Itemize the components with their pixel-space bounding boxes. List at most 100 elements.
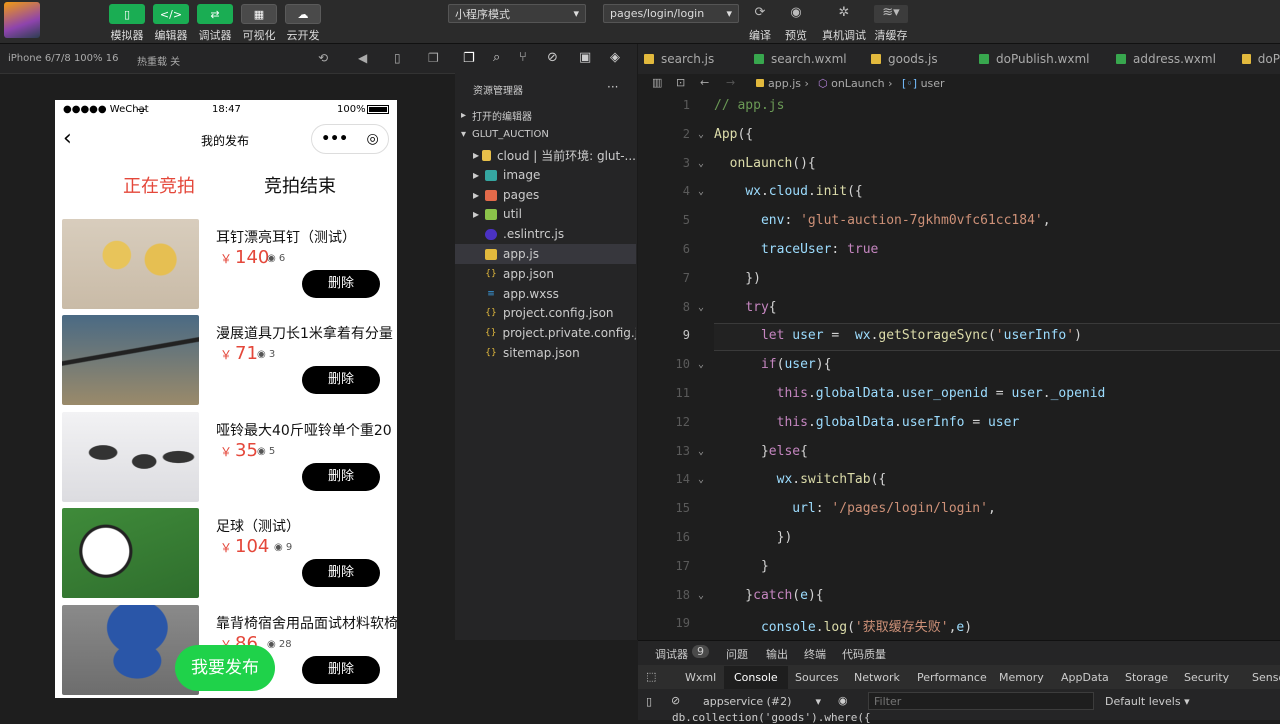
cloud-dev-button[interactable]: ☁ (285, 4, 321, 24)
debugger-toggle-button[interactable]: ⇄ (197, 4, 233, 24)
device-select[interactable]: iPhone 6/7/8 100% 16 (8, 53, 118, 64)
tab-goods-js[interactable]: goods.js (865, 44, 985, 74)
tree-folder-util[interactable]: ▸ util (455, 204, 636, 224)
tab-search-wxml[interactable]: search.wxml (748, 44, 868, 74)
tree-file-project-config[interactable]: {} project.config.json (455, 303, 636, 323)
simulator-toggle-button[interactable]: ▯ (109, 4, 145, 24)
breadcrumb-method[interactable]: ⬡ onLaunch › (818, 77, 893, 90)
fold-chevron-icon[interactable]: ⌄ (698, 129, 704, 140)
tab-output[interactable]: 输出 (766, 646, 788, 662)
mode-select[interactable]: 小程序模式 ▾ (448, 4, 586, 23)
tab-sources[interactable]: Sources (795, 671, 839, 684)
tree-file-eslintrc[interactable]: .eslintrc.js (455, 224, 636, 244)
tab-sensor[interactable]: Sensor (1252, 671, 1280, 684)
console-filter-input[interactable] (868, 692, 1094, 710)
fold-chevron-icon[interactable]: ⌄ (698, 446, 704, 457)
fold-chevron-icon[interactable]: ⌄ (698, 359, 704, 370)
fold-chevron-icon[interactable]: ⌄ (698, 590, 704, 601)
list-item[interactable]: 耳钉漂亮耳钉（测试） ￥ 140 ◉ 6 删除 (62, 219, 397, 309)
back-icon[interactable]: ‹ (63, 126, 72, 151)
back-icon[interactable]: ← (700, 76, 709, 89)
tab-code-quality[interactable]: 代码质量 (842, 646, 886, 662)
context-select[interactable]: appservice (#2) ▾ (703, 695, 821, 708)
debug-icon[interactable]: ⊘ (547, 50, 558, 65)
avatar[interactable] (4, 2, 40, 38)
clear-console-icon[interactable]: ⊘ (671, 694, 680, 707)
tab-performance[interactable]: Performance (917, 671, 987, 684)
layers-icon[interactable]: ≋▾ (874, 5, 908, 23)
mobile-icon[interactable]: ▯ (394, 51, 401, 65)
search-icon[interactable]: ⌕ (493, 50, 500, 65)
tab-wxml[interactable]: Wxml (685, 671, 716, 684)
tab-address-wxml[interactable]: address.wxml (1110, 44, 1230, 74)
fold-chevron-icon[interactable]: ⌄ (698, 302, 704, 313)
docker-icon[interactable]: ◈ (610, 50, 620, 65)
editor-toggle-button[interactable]: </> (153, 4, 189, 24)
bookmark-icon[interactable]: ⊡ (676, 76, 685, 89)
delete-button[interactable]: 删除 (302, 366, 380, 394)
refresh-icon[interactable]: ⟳ (748, 5, 772, 23)
line-number: 8 (682, 299, 690, 314)
tab-memory[interactable]: Memory (999, 671, 1044, 684)
page-select[interactable]: pages/login/login ▾ (603, 4, 739, 23)
tab-appdata[interactable]: AppData (1061, 671, 1109, 684)
tab-terminal[interactable]: 终端 (804, 646, 826, 662)
extensions-icon[interactable]: ▣ (579, 50, 591, 65)
tab-ended[interactable]: 竞拍结束 (264, 172, 336, 198)
close-mini-icon[interactable]: ◎ (367, 131, 379, 147)
tab-security[interactable]: Security (1184, 671, 1229, 684)
project-section[interactable]: ▾ GLUT_AUCTION (455, 124, 636, 144)
views-count: ◉ 3 (257, 349, 276, 360)
more-icon[interactable]: ••• (321, 131, 348, 147)
tab-storage[interactable]: Storage (1125, 671, 1168, 684)
delete-button[interactable]: 删除 (302, 559, 380, 587)
delete-button[interactable]: 删除 (302, 270, 380, 298)
bug-icon[interactable]: ✲ (832, 5, 856, 23)
sidebar-toggle-icon[interactable]: ▯ (646, 695, 652, 708)
hot-reload-toggle[interactable]: 热重载 关 (137, 53, 180, 68)
list-item[interactable]: 漫展道具刀长1米拿着有分量 ￥ 71 ◉ 3 删除 (62, 315, 397, 405)
tab-debugger[interactable]: 调试器 (655, 646, 688, 662)
code-editor[interactable]: 1 // app.js 2 ⌄ App({3 ⌄ onLaunch(){4 ⌄ wx.clo… (638, 94, 1280, 640)
tree-file-sitemap[interactable]: {} sitemap.json (455, 343, 636, 363)
delete-button[interactable]: 删除 (302, 463, 380, 491)
tree-file-app-json[interactable]: {} app.json (455, 264, 636, 284)
tab-dopublish-wxml[interactable]: doPublish.wxml (973, 44, 1103, 74)
eye-icon[interactable]: ◉ (838, 694, 848, 707)
log-levels-select[interactable]: Default levels ▾ (1105, 695, 1190, 708)
inspect-icon[interactable]: ⬚ (646, 670, 656, 683)
tab-problems[interactable]: 问题 (726, 646, 748, 662)
tree-file-project-private-config[interactable]: {}project.private.config.js... (455, 323, 636, 343)
tree-folder-cloud[interactable]: ▸ cloud | 当前环境: glut-... (455, 145, 636, 165)
tab-network[interactable]: Network (854, 671, 900, 684)
breadcrumb-variable[interactable]: [◦] user (902, 77, 945, 90)
tree-file-app-wxss[interactable]: ≡ app.wxss (455, 284, 636, 304)
forward-icon[interactable]: → (726, 76, 735, 89)
fold-chevron-icon[interactable]: ⌄ (698, 158, 704, 169)
fold-chevron-icon[interactable]: ⌄ (698, 186, 704, 197)
tree-file-app-js[interactable]: app.js (455, 244, 636, 264)
list-item[interactable]: 足球（测试） ￥ 104 ◉ 9 删除 (62, 508, 397, 598)
more-icon[interactable]: ··· (607, 80, 618, 94)
files-icon[interactable]: ❐ (463, 51, 475, 66)
breadcrumb-file[interactable]: app.js › (756, 77, 809, 90)
capsule-menu[interactable]: ••• ◎ (311, 124, 389, 154)
tree-folder-pages[interactable]: ▸ pages (455, 185, 636, 205)
window-icon[interactable]: ❐ (428, 51, 439, 65)
rotate-icon[interactable]: ⟲ (318, 51, 328, 65)
publish-fab-button[interactable]: 我要发布 (175, 645, 275, 691)
tab-dop[interactable]: doP (1236, 44, 1280, 74)
volume-icon[interactable]: ◀ (358, 51, 367, 65)
delete-button[interactable]: 删除 (302, 656, 380, 684)
fold-chevron-icon[interactable]: ⌄ (698, 474, 704, 485)
tab-console[interactable]: Console (724, 666, 788, 689)
visual-button[interactable]: ▦ (241, 4, 277, 24)
eye-icon[interactable]: ◉ (784, 5, 808, 23)
list-item[interactable]: 哑铃最大40斤哑铃单个重20 ￥ 35 ◉ 5 删除 (62, 412, 397, 502)
git-icon[interactable]: ⑂ (519, 50, 527, 65)
tab-ongoing[interactable]: 正在竞拍 (123, 172, 195, 198)
split-icon[interactable]: ▥ (652, 76, 662, 89)
tab-search-js[interactable]: search.js (638, 44, 760, 74)
open-editors-section[interactable]: ▸ 打开的编辑器 (455, 105, 636, 125)
tree-folder-image[interactable]: ▸ image (455, 165, 636, 185)
